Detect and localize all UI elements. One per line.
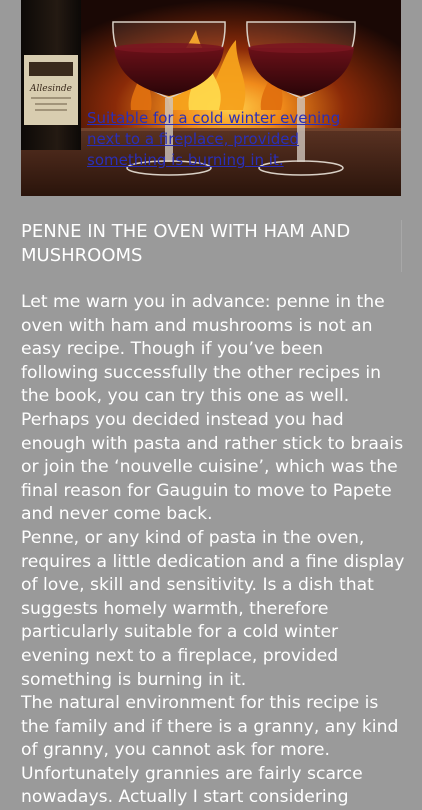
recipe-paragraph: The natural environment for this recipe … <box>21 693 399 808</box>
recipe-title: PENNE IN THE OVEN WITH HAM AND MUSHROOMS <box>21 221 351 266</box>
recipe-paragraph: Let me warn you in advance: penne in the… <box>21 292 404 525</box>
recipe-paragraph: Penne, or any kind of pasta in the oven,… <box>21 527 405 690</box>
bottle-label-text: Allesinde <box>29 84 72 94</box>
hero-caption-link[interactable]: Suitable for a cold winter evening next … <box>87 108 352 171</box>
recipe-body: Let me warn you in advance: penne in the… <box>21 291 405 810</box>
hero-image: Allesinde Suitable for a cold winter eve… <box>21 0 401 196</box>
recipe-header: PENNE IN THE OVEN WITH HAM AND MUSHROOMS <box>21 220 402 272</box>
wine-bottle: Allesinde <box>21 0 81 150</box>
